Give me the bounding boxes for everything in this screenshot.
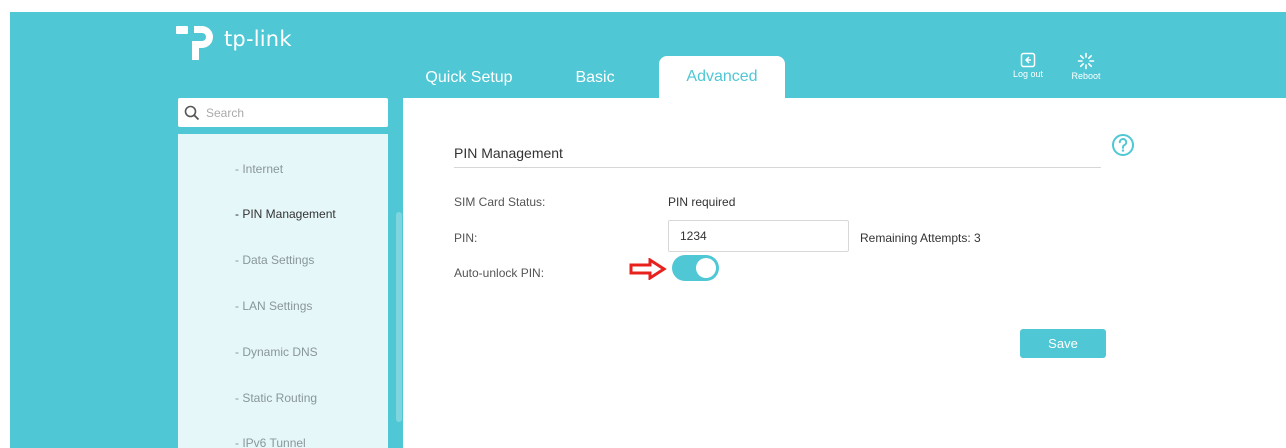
logout-label: Log out: [1012, 69, 1044, 79]
save-button[interactable]: Save: [1020, 329, 1106, 358]
sidebar-scrollbar[interactable]: [396, 212, 402, 422]
tab-quick-setup[interactable]: Quick Setup: [424, 56, 514, 100]
pin-label: PIN:: [454, 231, 478, 245]
brand-name: tp-link: [224, 27, 292, 51]
search-icon: [184, 105, 200, 120]
pin-management-panel: PIN Management SIM Card Status: PIN requ…: [403, 98, 1286, 448]
sidebar-item-lan-settings[interactable]: - LAN Settings: [235, 299, 312, 313]
sidebar-nav: - Internet - PIN Management - Data Setti…: [178, 134, 388, 448]
toggle-knob: [696, 258, 716, 278]
auto-unlock-label: Auto-unlock PIN:: [454, 266, 545, 280]
tab-advanced[interactable]: Advanced: [659, 56, 785, 98]
page-title: PIN Management: [454, 145, 563, 161]
sidebar-item-dynamic-dns[interactable]: - Dynamic DNS: [235, 345, 318, 359]
help-icon[interactable]: [1111, 133, 1135, 157]
title-divider: [454, 167, 1101, 168]
router-admin-page: tp-link Quick Setup Basic Advanced Log o…: [10, 12, 1286, 448]
sim-status-value: PIN required: [668, 195, 736, 209]
reboot-icon: [1077, 52, 1095, 70]
search-box[interactable]: [178, 98, 388, 127]
sidebar-item-pin-management[interactable]: - PIN Management: [235, 207, 336, 221]
tab-basic[interactable]: Basic: [570, 56, 620, 100]
tp-link-logo: tp-link: [176, 22, 292, 62]
reboot-button[interactable]: Reboot: [1064, 52, 1108, 92]
logout-button[interactable]: Log out: [1006, 52, 1050, 92]
tp-link-logo-icon: [176, 26, 213, 60]
sidebar-item-data-settings[interactable]: - Data Settings: [235, 253, 314, 267]
remaining-attempts: Remaining Attempts: 3: [860, 231, 981, 245]
logout-icon: [1020, 52, 1036, 68]
app-root: tp-link Quick Setup Basic Advanced Log o…: [0, 0, 1286, 448]
sidebar-item-ipv6-tunnel[interactable]: - IPv6 Tunnel: [235, 436, 306, 448]
pin-input[interactable]: [668, 220, 849, 252]
auto-unlock-toggle[interactable]: [672, 255, 719, 281]
search-input[interactable]: [206, 105, 376, 120]
sidebar-item-static-routing[interactable]: - Static Routing: [235, 391, 317, 405]
reboot-label: Reboot: [1071, 71, 1101, 81]
sidebar-item-internet[interactable]: - Internet: [235, 162, 283, 176]
sim-status-label: SIM Card Status:: [454, 195, 546, 209]
red-arrow-icon: [629, 258, 667, 280]
